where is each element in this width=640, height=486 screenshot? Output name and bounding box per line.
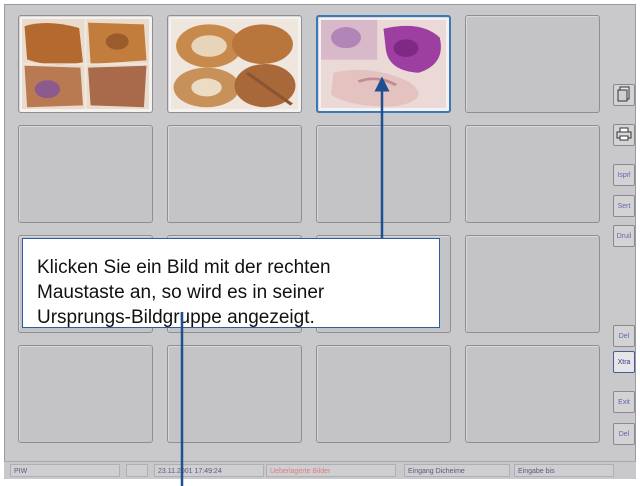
toolbar-button-label: Xtra [617, 358, 631, 366]
empty-image-slot[interactable] [167, 125, 302, 223]
thumbnail-image [22, 19, 149, 109]
empty-image-slot[interactable] [316, 125, 451, 223]
toolbar-button-xtra[interactable]: Xtra [613, 351, 635, 373]
empty-image-slot[interactable] [465, 345, 600, 443]
image-thumbnail-cell[interactable] [167, 15, 302, 113]
status-alert: Ueberlagerte Bilder [266, 464, 396, 477]
printer-icon [616, 127, 632, 143]
status-output-field[interactable]: Eingabe bis [514, 464, 614, 477]
status-datetime: 23.11.2001 17:49:24 [154, 464, 264, 477]
toolbar-button-sert[interactable]: Sert [613, 195, 635, 217]
empty-image-slot[interactable] [465, 125, 600, 223]
archive-icon [617, 86, 631, 104]
thumbnail-image [321, 20, 446, 108]
empty-image-slot[interactable] [167, 345, 302, 443]
empty-image-slot[interactable] [465, 15, 600, 113]
empty-image-slot[interactable] [316, 345, 451, 443]
callout-line-3: Ursprungs-Bildgruppe angezeigt. [37, 307, 315, 328]
callout-line-2: Maustaste an, so wird es in seiner [37, 282, 325, 303]
status-input-field[interactable]: Eingang Dicheime [404, 464, 510, 477]
status-mode: PIW [10, 464, 120, 477]
application-window: Isprl Sert Druil Del Xtra Exit Del [4, 4, 636, 465]
toolbar-button-label: Del [618, 430, 630, 438]
callout-line-1: Klicken Sie ein Bild mit der rechten [37, 257, 331, 278]
status-bar: PIW 23.11.2001 17:49:24 Ueberlagerte Bil… [4, 461, 636, 479]
toolbar-button-del[interactable]: Del [613, 423, 635, 445]
toolbar-button-exit[interactable]: Exit [613, 391, 635, 413]
archive-button[interactable] [613, 84, 635, 106]
toolbar-button-label: Del [618, 332, 630, 340]
empty-image-slot[interactable] [18, 125, 153, 223]
toolbar-button-isprl[interactable]: Isprl [613, 164, 635, 186]
empty-image-slot[interactable] [465, 235, 600, 333]
status-separator [126, 464, 148, 477]
empty-image-slot[interactable] [18, 345, 153, 443]
toolbar-button-label: Exit [618, 398, 630, 406]
toolbar-button-label: Druil [616, 232, 632, 240]
printer-button[interactable] [613, 124, 635, 146]
help-callout: Klicken Sie ein Bild mit der rechten Mau… [22, 238, 440, 328]
toolbar-button-label: Sert [617, 202, 631, 210]
image-thumbnail-cell[interactable] [18, 15, 153, 113]
image-thumbnail-cell[interactable] [316, 15, 451, 113]
toolbar-button-label: Isprl [617, 171, 631, 179]
toolbar-button-del[interactable]: Del [613, 325, 635, 347]
thumbnail-image [171, 19, 298, 109]
toolbar-button-druil[interactable]: Druil [613, 225, 635, 247]
